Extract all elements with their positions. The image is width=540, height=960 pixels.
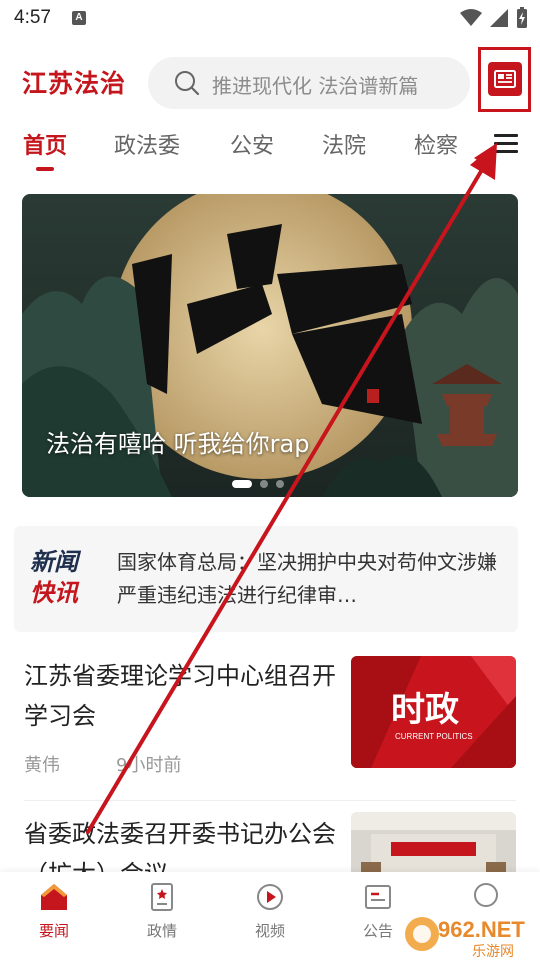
- carousel-dot: [276, 480, 284, 488]
- nav-item-shipin[interactable]: 视频: [230, 882, 310, 941]
- news-flash-logo-line1: 新闻: [30, 547, 78, 576]
- watermark-text: 962.NET: [438, 917, 525, 942]
- status-time: 4:57: [14, 7, 51, 28]
- article-meta: 黄伟 9小时前: [24, 751, 181, 777]
- news-flash-logo-line2: 快讯: [30, 578, 78, 607]
- news-flash[interactable]: 新闻 快讯 国家体育总局：坚决拥护中央对苟仲文涉嫌严重违纪违法进行纪律审…: [14, 526, 518, 632]
- nav-label: 要闻: [38, 922, 69, 940]
- tab-home[interactable]: 首页: [23, 128, 67, 160]
- thumbnail-subtitle: CURRENT POLITICS: [395, 732, 473, 741]
- carousel-dot: [232, 480, 252, 488]
- article-author: 黄伟: [24, 755, 60, 776]
- tab-zhengfawei[interactable]: 政法委: [114, 128, 180, 160]
- article-item[interactable]: 江苏省委理论学习中心组召开学习会 黄伟 9小时前 时政 CURRENT POLIT…: [0, 648, 540, 800]
- site-watermark: 962.NET 乐游网: [405, 917, 525, 960]
- channel-tabs: 首页 政法委 公安 法院 检察: [0, 120, 540, 180]
- article-thumbnail: 时政 CURRENT POLITICS: [351, 656, 516, 768]
- highlight-box: [478, 47, 531, 112]
- video-play-icon: [257, 884, 283, 910]
- article-time: 9小时前: [116, 755, 182, 776]
- carousel-dots: [232, 480, 284, 488]
- nav-item-zhengqing[interactable]: 政情: [122, 882, 202, 941]
- nav-item-wode[interactable]: [446, 882, 526, 912]
- article-item[interactable]: 省委政法委召开委书记办公会（扩大）会议: [0, 812, 540, 872]
- channel-menu-icon[interactable]: [494, 134, 518, 154]
- active-tab-indicator: [36, 167, 54, 171]
- bookmark-doc-icon: [151, 883, 173, 911]
- article-thumbnail: [351, 812, 516, 872]
- nav-item-yaowen[interactable]: 要闻: [14, 882, 94, 941]
- tab-jiancha[interactable]: 检察: [414, 128, 458, 160]
- nav-label: 视频: [254, 922, 285, 940]
- divider: [24, 800, 516, 801]
- news-flash-logo: 新闻 快讯: [30, 546, 100, 608]
- banner-carousel[interactable]: 法治有嘻哈 听我给你rap: [22, 194, 518, 497]
- thumbnail-title: 时政: [391, 690, 459, 730]
- status-indicators: [460, 6, 528, 30]
- article-title: 省委政法委召开委书记办公会（扩大）会议: [24, 820, 336, 872]
- search-bar[interactable]: 推进现代化 法治谱新篇: [148, 57, 470, 109]
- watermark-subtext: 乐游网: [472, 944, 514, 960]
- app-notification-icon: A: [72, 11, 86, 25]
- app-header: 江苏法治 推进现代化 法治谱新篇: [0, 40, 540, 120]
- signal-icon: [490, 9, 508, 27]
- article-title: 江苏省委理论学习中心组召开学习会: [24, 662, 336, 730]
- wifi-icon: [460, 9, 482, 26]
- carousel-dot: [260, 480, 268, 488]
- home-icon: [41, 884, 67, 910]
- profile-icon: [474, 883, 498, 907]
- tab-gongan[interactable]: 公安: [230, 128, 274, 160]
- search-icon: [175, 71, 200, 96]
- news-flash-text: 国家体育总局：坚决拥护中央对苟仲文涉嫌严重违纪违法进行纪律审…: [117, 550, 497, 607]
- search-placeholder: 推进现代化 法治谱新篇: [212, 74, 419, 98]
- app-logo: 江苏法治: [22, 69, 127, 98]
- notice-icon: [365, 885, 391, 909]
- banner-caption: 法治有嘻哈 听我给你rap: [46, 430, 310, 458]
- nav-label: 政情: [146, 922, 177, 940]
- tab-fayuan[interactable]: 法院: [322, 128, 366, 160]
- status-bar: 4:57 A: [0, 0, 540, 38]
- battery-charging-icon: [517, 7, 527, 28]
